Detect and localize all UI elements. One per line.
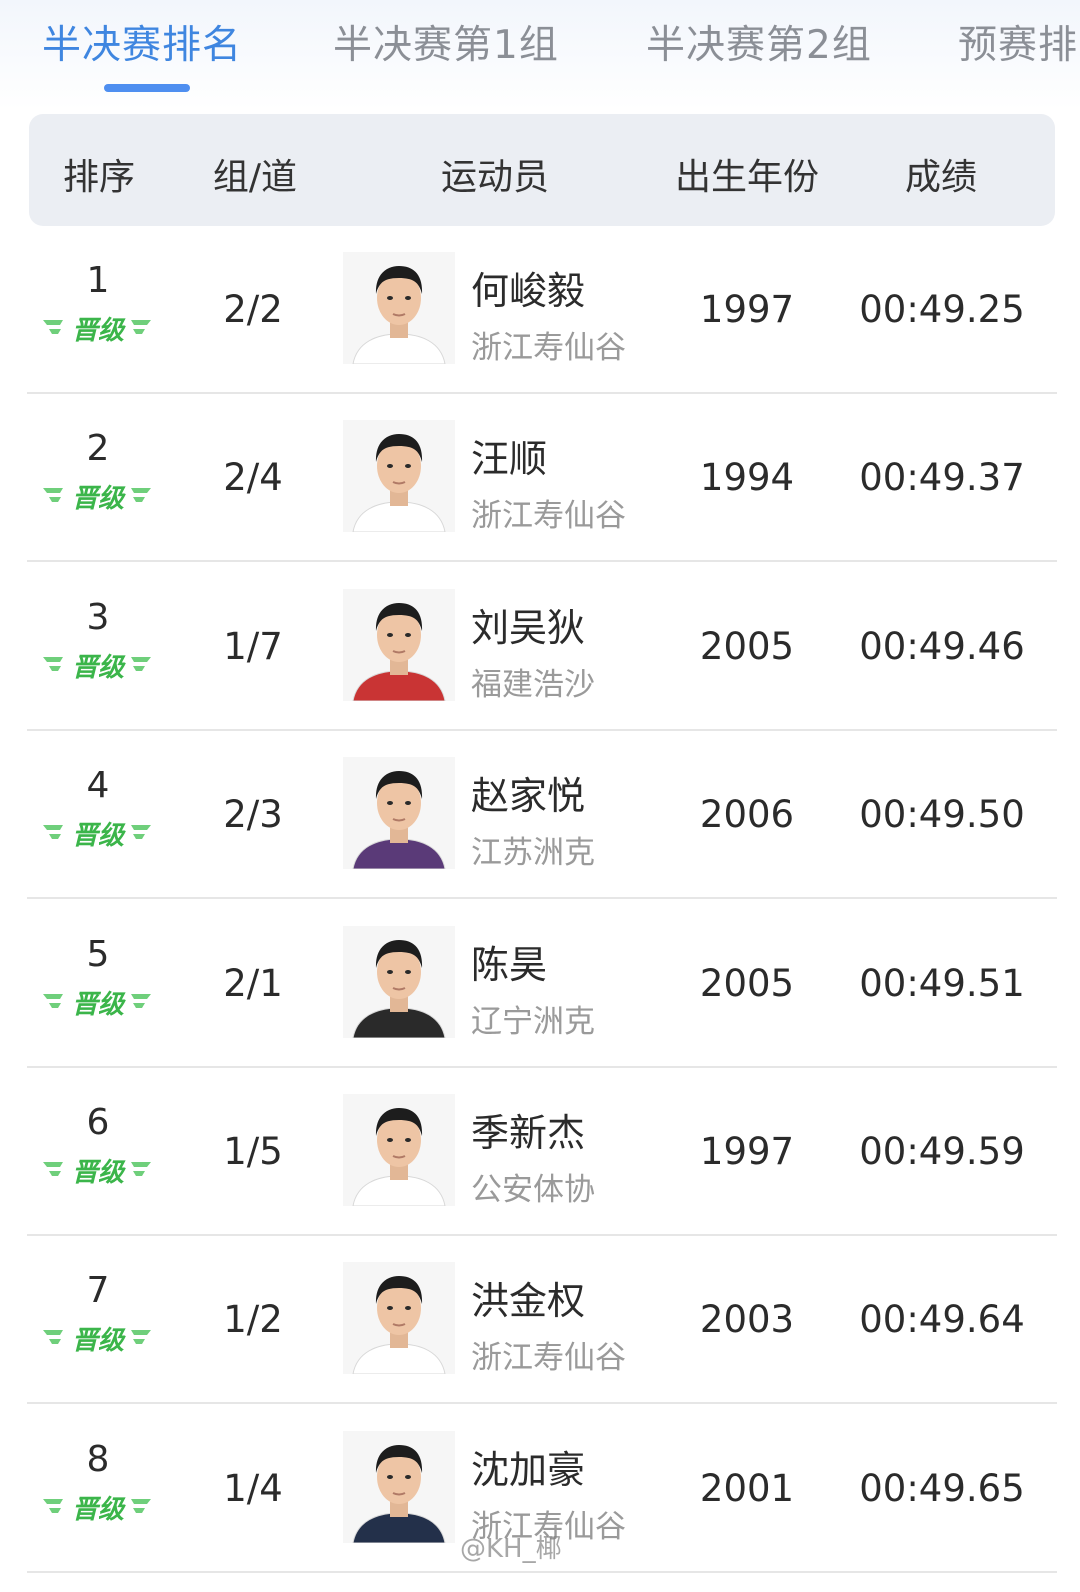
athlete-photo-icon: [343, 1094, 455, 1206]
tab-semifinal-group-2[interactable]: 半决赛第2组: [646, 14, 872, 74]
group-lane: 1/2: [223, 1298, 283, 1342]
column-header-group-lane: 组/道: [212, 157, 298, 198]
table-row[interactable]: 7 晋级 1/2 洪金权浙江寿仙谷 2003 00:49.64: [27, 1236, 1057, 1405]
result-time: 00:49.50: [859, 793, 1025, 837]
group-lane: 1/4: [223, 1466, 283, 1510]
athlete-name: 刘吴狄: [471, 605, 586, 650]
active-tab-indicator: [104, 84, 190, 92]
athlete-avatar[interactable]: [343, 925, 455, 1038]
athlete-photo-icon: [343, 1430, 455, 1543]
result-time: 00:49.46: [859, 624, 1025, 668]
rank-number: 3: [86, 596, 110, 638]
athlete-name: 赵家悦: [471, 774, 586, 819]
athlete-name: 洪金权: [471, 1279, 586, 1324]
athlete-name: 何峻毅: [471, 269, 586, 313]
tab-bar: 半决赛排名 半决赛第1组 半决赛第2组 预赛排: [0, 0, 1080, 110]
athlete-team: 浙江寿仙谷: [471, 498, 626, 535]
athlete-name: 陈昊: [471, 942, 548, 987]
table-row[interactable]: 3 晋级 1/7 刘吴狄福建浩沙 2005 00:49.46: [27, 563, 1057, 731]
column-header-result: 成绩: [904, 157, 978, 198]
rank-number: 5: [86, 933, 110, 975]
watermark-credit: @KH_椰: [460, 1534, 562, 1564]
qualified-badge: 晋级: [41, 1320, 153, 1357]
table-row[interactable]: 2 晋级 2/4 汪顺浙江寿仙谷 1994 00:49.37: [27, 394, 1057, 563]
athlete-avatar[interactable]: [343, 757, 455, 870]
column-header-athlete: 运动员: [440, 157, 550, 198]
qualified-badge: 晋级: [41, 984, 153, 1020]
birth-year: 1997: [699, 288, 795, 331]
group-lane: 2/4: [223, 456, 283, 500]
athlete-photo-icon: [343, 757, 455, 870]
athlete-avatar[interactable]: [343, 1430, 455, 1543]
athlete-team: 福建浩沙: [471, 666, 595, 703]
tab-heats-ranking[interactable]: 预赛排: [958, 14, 1078, 74]
athlete-avatar[interactable]: [343, 420, 455, 533]
rank-number: 7: [86, 1270, 110, 1312]
qualified-badge: 晋级: [41, 647, 153, 683]
rank-number: 6: [86, 1102, 110, 1143]
result-time: 00:49.37: [859, 456, 1025, 500]
result-time: 00:49.25: [859, 288, 1025, 331]
table-header: 排序 组/道 运动员 出生年份 成绩: [29, 114, 1055, 226]
qualified-badge: 晋级: [41, 310, 153, 346]
group-lane: 2/2: [223, 288, 283, 331]
birth-year: 2006: [699, 793, 795, 837]
qualified-label: 晋级: [71, 989, 124, 1020]
athlete-team: 江苏洲克: [471, 835, 595, 872]
athlete-photo-icon: [343, 925, 455, 1038]
group-lane: 2/1: [223, 961, 283, 1005]
rank-number: 1: [86, 260, 110, 301]
table-row[interactable]: 6 晋级 1/5 季新杰公安体协 1997 00:49.59: [27, 1068, 1057, 1236]
result-time: 00:49.51: [859, 961, 1025, 1005]
athlete-avatar[interactable]: [343, 1094, 455, 1206]
qualified-label: 晋级: [71, 316, 124, 346]
athlete-avatar[interactable]: [343, 588, 455, 701]
athlete-team: 公安体协: [471, 1172, 595, 1208]
rank-number: 8: [86, 1438, 110, 1480]
athlete-team: 浙江寿仙谷: [471, 330, 626, 366]
birth-year: 2005: [699, 624, 795, 668]
qualified-label: 晋级: [71, 652, 124, 683]
column-header-rank: 排序: [62, 157, 136, 198]
qualified-label: 晋级: [71, 1494, 124, 1525]
table-row[interactable]: 5 晋级 2/1 陈昊辽宁洲克 2005 00:49.51: [27, 900, 1057, 1068]
table-row[interactable]: 4 晋级 2/3 赵家悦江苏洲克 2006 00:49.50: [27, 731, 1057, 900]
rank-number: 4: [86, 765, 110, 807]
rank-number: 2: [86, 428, 110, 470]
qualified-badge: 晋级: [41, 1152, 153, 1188]
athlete-photo-icon: [343, 252, 455, 364]
result-time: 00:49.59: [859, 1130, 1025, 1173]
athlete-photo-icon: [343, 420, 455, 533]
birth-year: 1997: [699, 1130, 795, 1173]
qualified-badge: 晋级: [41, 478, 153, 515]
qualified-label: 晋级: [71, 484, 124, 515]
athlete-avatar[interactable]: [343, 1262, 455, 1375]
birth-year: 2001: [699, 1466, 795, 1510]
group-lane: 2/3: [223, 793, 283, 837]
birth-year: 1994: [699, 456, 795, 500]
tab-semifinal-group-1[interactable]: 半决赛第1组: [333, 14, 559, 74]
athlete-name: 汪顺: [471, 437, 548, 482]
athlete-photo-icon: [343, 588, 455, 701]
athlete-name: 沈加豪: [471, 1447, 586, 1492]
result-time: 00:49.64: [859, 1298, 1025, 1342]
tab-semifinal-ranking[interactable]: 半决赛排名: [42, 14, 242, 74]
athlete-avatar[interactable]: [343, 252, 455, 364]
result-time: 00:49.65: [859, 1466, 1025, 1510]
qualified-label: 晋级: [71, 1158, 124, 1188]
athlete-photo-icon: [343, 1262, 455, 1375]
group-lane: 1/7: [223, 624, 283, 668]
birth-year: 2003: [699, 1298, 795, 1342]
athlete-team: 辽宁洲克: [471, 1003, 595, 1040]
birth-year: 2005: [699, 961, 795, 1005]
qualified-label: 晋级: [71, 821, 124, 852]
table-row[interactable]: 1 晋级 2/2 何峻毅浙江寿仙谷 1997 00:49.25: [27, 226, 1057, 394]
qualified-label: 晋级: [71, 1326, 124, 1357]
group-lane: 1/5: [223, 1130, 283, 1173]
athlete-name: 季新杰: [471, 1111, 586, 1155]
column-header-birth-year: 出生年份: [674, 157, 820, 198]
athlete-team: 浙江寿仙谷: [471, 1340, 626, 1377]
qualified-badge: 晋级: [41, 1489, 153, 1525]
qualified-badge: 晋级: [41, 815, 153, 852]
